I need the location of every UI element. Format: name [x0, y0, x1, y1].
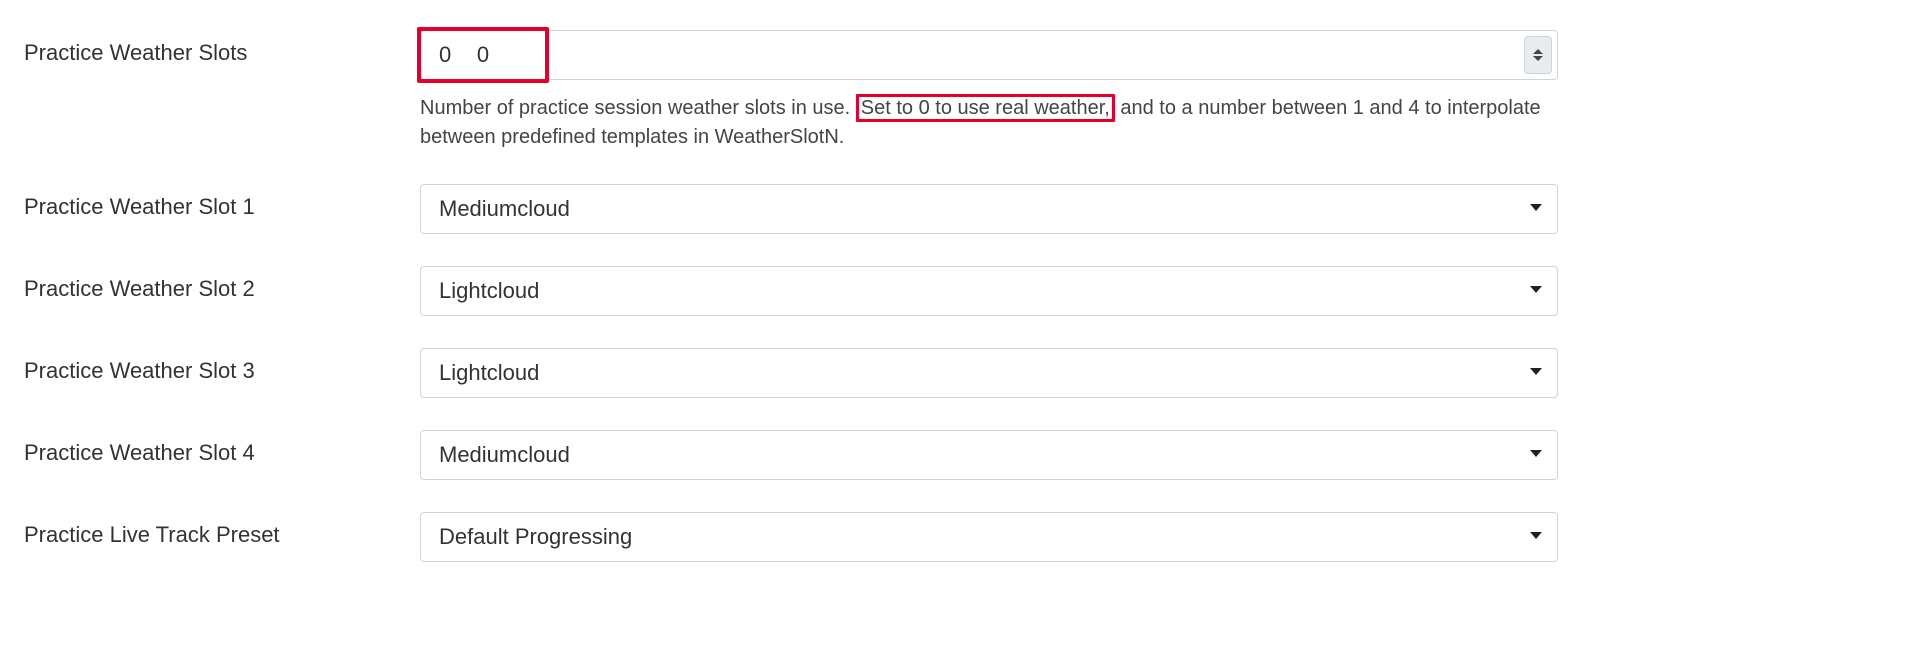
row-practice-weather-slot-1: Practice Weather Slot 1 Mediumcloud — [24, 184, 1558, 234]
practice-weather-slot-4-select[interactable]: Mediumcloud — [420, 430, 1558, 480]
chevron-down-icon — [1529, 364, 1543, 382]
label-text: Practice Weather Slot 4 — [24, 440, 255, 465]
select-value: Lightcloud — [439, 360, 539, 386]
chevron-up-icon — [1533, 48, 1543, 55]
row-practice-weather-slots: Practice Weather Slots 0 Number of pract… — [24, 30, 1558, 152]
field-practice-weather-slot-4: Mediumcloud — [420, 430, 1558, 480]
practice-weather-slots-help: Number of practice session weather slots… — [420, 94, 1558, 152]
label-text: Practice Weather Slots — [24, 40, 247, 65]
label-practice-weather-slot-3: Practice Weather Slot 3 — [24, 348, 420, 384]
row-practice-weather-slot-2: Practice Weather Slot 2 Lightcloud — [24, 266, 1558, 316]
chevron-down-icon — [1529, 282, 1543, 300]
row-practice-live-track-preset: Practice Live Track Preset Default Progr… — [24, 512, 1558, 562]
label-practice-weather-slots: Practice Weather Slots — [24, 30, 420, 66]
chevron-down-icon — [1529, 528, 1543, 546]
practice-weather-slot-1-select[interactable]: Mediumcloud — [420, 184, 1558, 234]
field-practice-weather-slots: 0 Number of practice session weather slo… — [420, 30, 1558, 152]
label-practice-live-track-preset: Practice Live Track Preset — [24, 512, 420, 548]
select-value: Mediumcloud — [439, 196, 570, 222]
select-value: Lightcloud — [439, 278, 539, 304]
form-container: Practice Weather Slots 0 Number of pract… — [0, 0, 1920, 562]
practice-live-track-preset-select[interactable]: Default Progressing — [420, 512, 1558, 562]
label-text: Practice Weather Slot 1 — [24, 194, 255, 219]
practice-weather-slots-input[interactable] — [421, 31, 1524, 79]
select-value: Default Progressing — [439, 524, 632, 550]
label-text: Practice Live Track Preset — [24, 522, 280, 547]
row-practice-weather-slot-3: Practice Weather Slot 3 Lightcloud — [24, 348, 1558, 398]
select-value: Mediumcloud — [439, 442, 570, 468]
practice-weather-slot-2-select[interactable]: Lightcloud — [420, 266, 1558, 316]
label-text: Practice Weather Slot 3 — [24, 358, 255, 383]
help-pre: Number of practice session weather slots… — [420, 97, 856, 119]
chevron-down-icon — [1529, 200, 1543, 218]
number-stepper[interactable] — [1524, 36, 1552, 74]
field-practice-weather-slot-2: Lightcloud — [420, 266, 1558, 316]
field-practice-weather-slot-1: Mediumcloud — [420, 184, 1558, 234]
field-practice-live-track-preset: Default Progressing — [420, 512, 1558, 562]
label-practice-weather-slot-4: Practice Weather Slot 4 — [24, 430, 420, 466]
label-text: Practice Weather Slot 2 — [24, 276, 255, 301]
practice-weather-slot-3-select[interactable]: Lightcloud — [420, 348, 1558, 398]
practice-weather-slots-input-wrap: 0 — [420, 30, 1558, 80]
field-practice-weather-slot-3: Lightcloud — [420, 348, 1558, 398]
highlight-box-help: Set to 0 to use real weather, — [856, 94, 1115, 122]
label-practice-weather-slot-2: Practice Weather Slot 2 — [24, 266, 420, 302]
chevron-down-icon — [1533, 55, 1543, 62]
label-practice-weather-slot-1: Practice Weather Slot 1 — [24, 184, 420, 220]
row-practice-weather-slot-4: Practice Weather Slot 4 Mediumcloud — [24, 430, 1558, 480]
chevron-down-icon — [1529, 446, 1543, 464]
